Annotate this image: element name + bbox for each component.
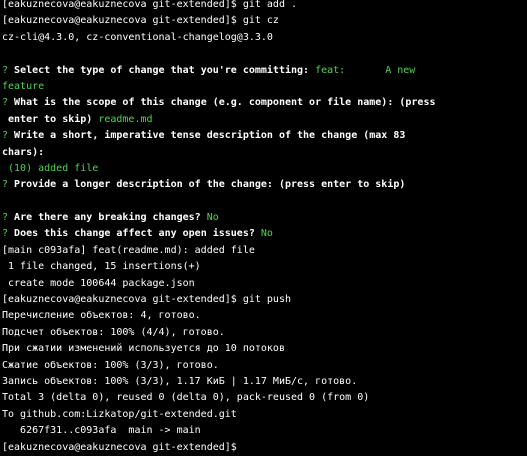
create-mode-line: create mode 100644 package.json (2, 277, 195, 289)
push-output-line: Сжатие объектов: 100% (3/3), готово. (2, 359, 219, 371)
shell-prompt: [eakuznecova@eakuznecova git-extended]$ (2, 15, 237, 27)
shell-prompt: [eakuznecova@eakuznecova git-extended]$ (2, 0, 237, 10)
short-desc-answer: (10) added file (2, 162, 99, 174)
command-text: git push (236, 294, 291, 306)
type-answer: feat: (309, 64, 346, 76)
push-output-line: Total 3 (delta 0), reused 0 (delta 0), p… (2, 392, 370, 404)
shell-prompt: [eakuznecova@eakuznecova git-extended]$ (2, 441, 237, 453)
terminal-line: ? Does this change affect any open issue… (2, 226, 527, 242)
terminal-line: ? Are there any breaking changes? No (2, 210, 527, 226)
terminal-line: cz-cli@4.3.0, cz-conventional-changelog@… (2, 30, 527, 46)
terminal-line: create mode 100644 package.json (2, 276, 527, 292)
cursor[interactable] (237, 441, 243, 453)
terminal-line: chars): (2, 145, 527, 161)
commit-result: [main c093afa] feat(readme.md): added fi… (2, 244, 255, 256)
terminal-line: ? What is the scope of this change (e.g.… (2, 95, 527, 111)
terminal-line: Запись объектов: 100% (3/3), 1.17 КиБ | … (2, 374, 527, 390)
push-output-line: To github.com:Lizkatop/git-extended.git (2, 408, 237, 420)
issues-question: Does this change affect any open issues? (8, 228, 255, 240)
terminal-line: Сжатие объектов: 100% (3/3), готово. (2, 358, 527, 374)
terminal-line: ? Select the type of change that you're … (2, 63, 527, 79)
terminal-line: Подсчет объектов: 100% (4/4), готово. (2, 325, 527, 341)
command-text: git add . (236, 0, 298, 10)
files-changed-summary: 1 file changed, 15 insertions(+) (2, 261, 201, 273)
issues-answer: No (254, 228, 273, 240)
push-output-line: При сжатии изменений используется до 10 … (2, 343, 285, 355)
breaking-question: Are there any breaking changes? (8, 212, 201, 224)
push-output-line: 6267f31..c093afa main -> main (2, 425, 201, 437)
type-answer-desc: A new (385, 64, 416, 76)
push-output-line: Перечисление объектов: 4, готово. (2, 310, 201, 322)
terminal-line: To github.com:Lizkatop/git-extended.git (2, 407, 527, 423)
short-desc-question: Write a short, imperative tense descript… (8, 130, 406, 142)
terminal-line: ? Provide a longer description of the ch… (2, 177, 527, 193)
scope-question-cont: enter to skip) (2, 113, 93, 125)
short-desc-question-cont: chars): (2, 146, 45, 158)
terminal-line: [eakuznecova@eakuznecova git-extended]$ … (2, 292, 527, 308)
terminal-line: [eakuznecova@eakuznecova git-extended]$ … (2, 13, 527, 29)
scope-question: What is the scope of this change (e.g. c… (8, 97, 436, 109)
scope-answer: readme.md (92, 113, 153, 125)
breaking-answer: No (200, 212, 219, 224)
cz-version-text: cz-cli@4.3.0, cz-conventional-changelog@… (2, 31, 273, 43)
terminal-line: enter to skip) readme.md (2, 112, 527, 128)
terminal-line: ? Write a short, imperative tense descri… (2, 128, 527, 144)
terminal-line: (10) added file (2, 161, 527, 177)
terminal-line: При сжатии изменений используется до 10 … (2, 341, 527, 357)
terminal-line: feature (2, 79, 527, 95)
terminal-line: [eakuznecova@eakuznecova git-extended]$ … (2, 0, 527, 13)
terminal-line: 6267f31..c093afa main -> main (2, 423, 527, 439)
command-text: git cz (236, 15, 279, 27)
terminal-line: Перечисление объектов: 4, готово. (2, 308, 527, 324)
terminal-line: Total 3 (delta 0), reused 0 (delta 0), p… (2, 390, 527, 406)
type-answer-desc-cont: feature (2, 80, 45, 92)
push-output-line: Подсчет объектов: 100% (4/4), готово. (2, 326, 225, 338)
terminal-window[interactable]: [eakuznecova@eakuznecova git-extended]$ … (0, 0, 527, 453)
terminal-line: 1 file changed, 15 insertions(+) (2, 259, 527, 275)
long-desc-question: Provide a longer description of the chan… (8, 179, 406, 191)
terminal-line: [main c093afa] feat(readme.md): added fi… (2, 243, 527, 259)
shell-prompt: [eakuznecova@eakuznecova git-extended]$ (2, 294, 237, 306)
type-question: Select the type of change that you're co… (8, 64, 310, 76)
push-output-line: Запись объектов: 100% (3/3), 1.17 КиБ | … (2, 375, 358, 387)
